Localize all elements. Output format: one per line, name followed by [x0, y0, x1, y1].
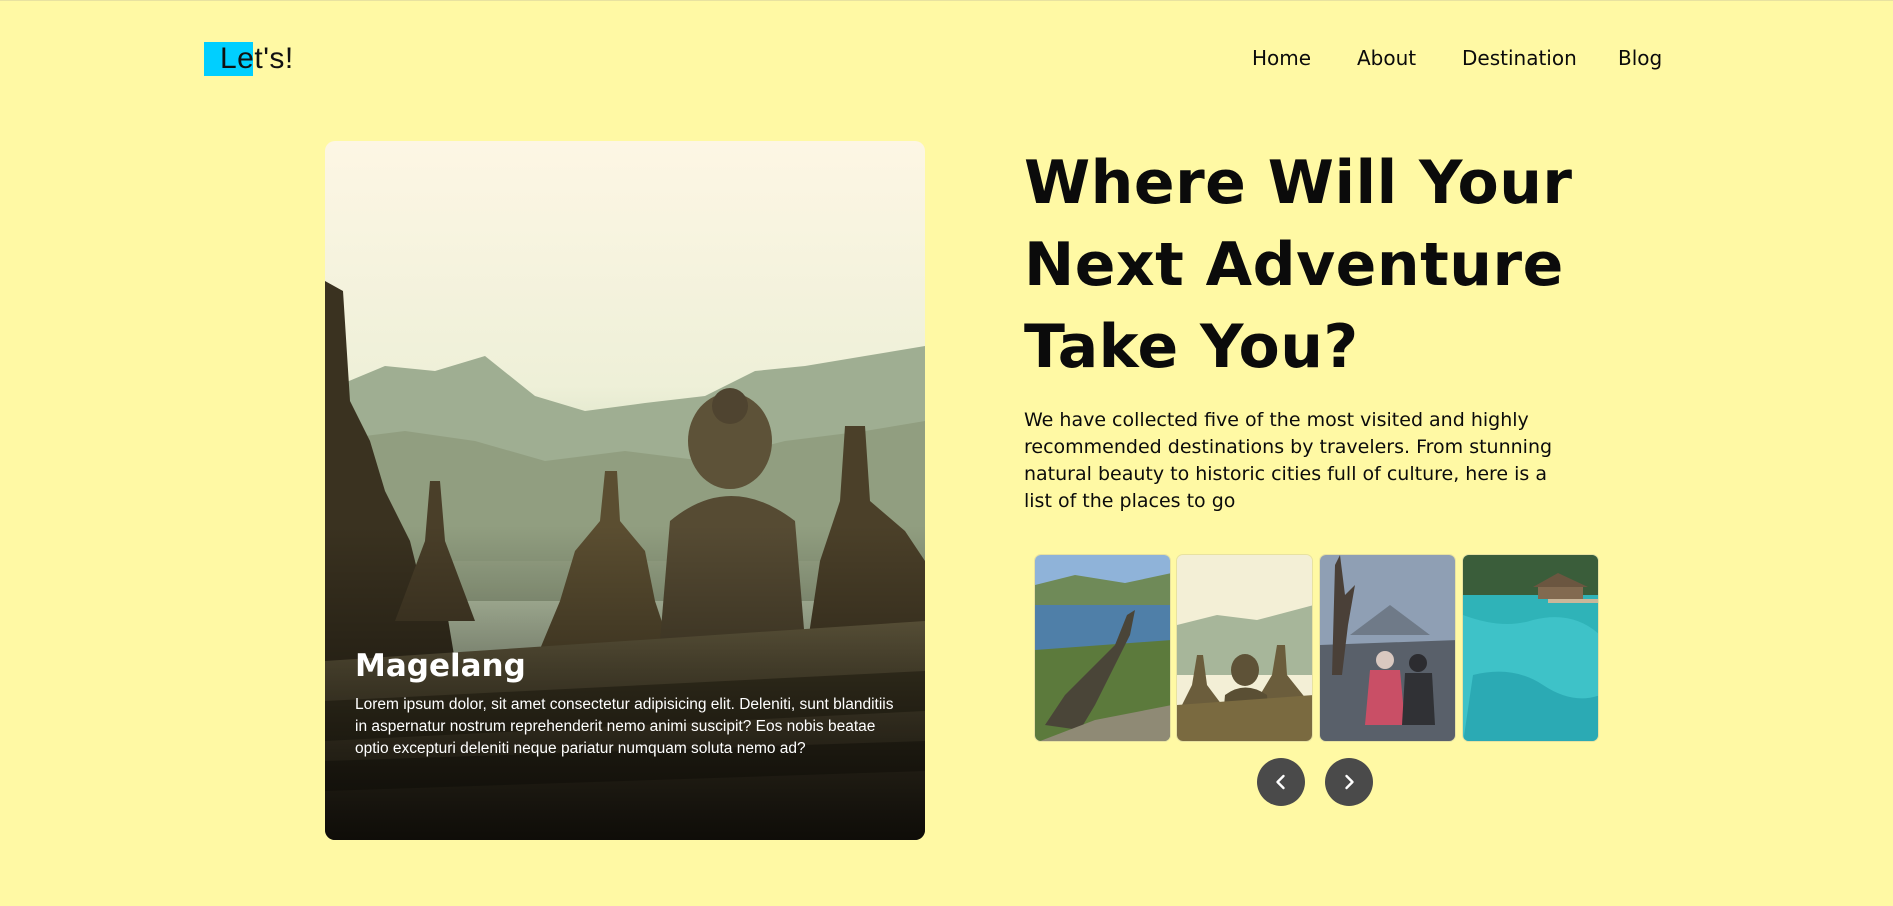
thumbnail-magelang[interactable]	[1176, 554, 1313, 742]
chevron-left-icon	[1276, 774, 1285, 790]
carousel-prev-button[interactable]	[1257, 758, 1305, 806]
hero-title-line: Take You?	[1024, 312, 1359, 382]
featured-destination-caption: Magelang Lorem ipsum dolor, sit amet con…	[355, 648, 895, 760]
logo[interactable]: Let's!	[204, 40, 294, 77]
featured-destination-description: Lorem ipsum dolor, sit amet consectetur …	[355, 696, 894, 757]
hero-title-line: Where Will Your	[1024, 148, 1573, 218]
logo-text: Let's!	[220, 41, 294, 75]
mount-bromo-hikers-photo	[1320, 555, 1455, 741]
nav-blog-link[interactable]: Blog	[1618, 46, 1662, 70]
turquoise-sea-pier-photo	[1463, 555, 1598, 741]
featured-destination-card[interactable]: Magelang Lorem ipsum dolor, sit amet con…	[325, 141, 925, 840]
thumbnail-bromo[interactable]	[1319, 554, 1456, 742]
hero-title-line: Next Adventure	[1024, 230, 1564, 300]
chevron-right-icon	[1345, 774, 1354, 790]
carousel-next-button[interactable]	[1325, 758, 1373, 806]
top-border	[0, 0, 1893, 1]
featured-destination-title: Magelang	[355, 648, 526, 684]
thumbnail-komodo[interactable]	[1034, 554, 1171, 742]
borobudur-stupa-photo	[1177, 555, 1312, 741]
hero-description: We have collected five of the most visit…	[1024, 409, 1553, 512]
komodo-lizard-photo	[1035, 555, 1170, 741]
nav-home-link[interactable]: Home	[1252, 46, 1311, 70]
nav-about-link[interactable]: About	[1357, 46, 1416, 70]
hero-title: Where Will Your Next Adventure Take You?	[1024, 142, 1584, 388]
thumbnail-sea[interactable]	[1462, 554, 1599, 742]
nav-destination-link[interactable]: Destination	[1462, 46, 1577, 70]
